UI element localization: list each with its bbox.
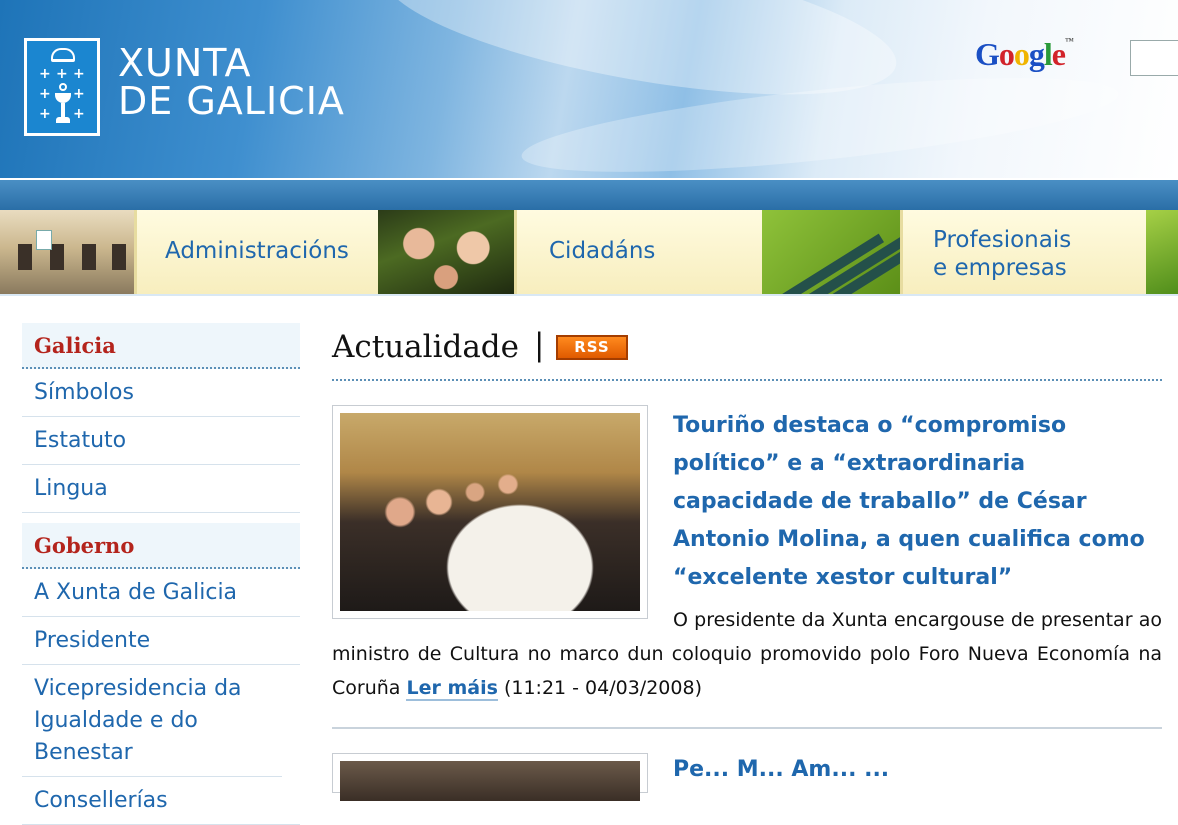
sidebar: Galicia Símbolos Estatuto Lingua Goberno… — [22, 323, 300, 825]
brand-line-2: DE GALICIA — [118, 79, 345, 123]
cross-icon: + — [73, 106, 85, 122]
nav-tab-profesionais[interactable]: Profesionais e empresas — [900, 210, 1146, 294]
news-photo[interactable] — [332, 405, 648, 619]
sidebar-heading-galicia[interactable]: Galicia — [22, 323, 300, 369]
section-header: Actualidade | RSS — [332, 323, 1162, 381]
news-divider — [332, 727, 1162, 729]
main-nav: Administracións Cidadáns Profesionais e … — [0, 210, 1178, 296]
main-content: Actualidade | RSS Touriño destaca o “com… — [332, 323, 1162, 801]
cross-icon: + — [73, 86, 85, 102]
google-wordmark: Google — [975, 36, 1066, 72]
crown-icon — [51, 48, 75, 62]
sidebar-item-presidente[interactable]: Presidente — [22, 617, 300, 665]
nav-tab-label: Administracións — [165, 238, 349, 264]
xunta-logo-icon[interactable]: + + + + + + + — [24, 38, 100, 136]
cross-icon: + — [39, 106, 51, 122]
news-headline[interactable]: Pe... M... Am... ... — [673, 755, 889, 785]
nav-tab-administracions[interactable]: Administracións — [134, 210, 378, 294]
sidebar-item-vicepresidencia[interactable]: Vicepresidencia da Igualdade e do Benest… — [22, 665, 282, 777]
cross-icon: + — [39, 66, 51, 82]
sidebar-item-estatuto[interactable]: Estatuto — [22, 417, 300, 465]
news-summary-line-1: O presidente da Xunta encargouse de — [673, 609, 1035, 631]
nav-tab-cidadans[interactable]: Cidadáns — [514, 210, 762, 294]
news-photo-image — [340, 413, 640, 611]
sidebar-item-consellerias[interactable]: Consellerías — [22, 777, 300, 825]
news-photo[interactable] — [332, 753, 648, 801]
chalice-icon — [55, 83, 71, 127]
nav-tab-label-line-2: e empresas — [933, 255, 1067, 281]
cross-icon: + — [56, 66, 68, 82]
news-headline[interactable]: Touriño destaca o “compromiso político” … — [673, 407, 1153, 597]
people-photo — [378, 210, 514, 294]
sidebar-item-simbolos[interactable]: Símbolos — [22, 369, 300, 417]
cross-icon: + — [73, 66, 85, 82]
title-separator: | — [534, 327, 545, 363]
grass-photo — [1146, 210, 1178, 294]
sidebar-heading-goberno[interactable]: Goberno — [22, 523, 300, 569]
sidebar-item-lingua[interactable]: Lingua — [22, 465, 300, 513]
site-brand[interactable]: XUNTA DE GALICIA — [118, 44, 345, 120]
nav-tab-label: Cidadáns — [549, 238, 656, 264]
cross-icon: + — [39, 86, 51, 102]
flag-icon — [36, 230, 52, 250]
rss-button[interactable]: RSS — [556, 335, 628, 360]
pencils-photo — [762, 210, 900, 294]
header-bar — [0, 178, 1178, 210]
google-logo: Google™ — [975, 36, 1074, 73]
news-timestamp: (11:21 - 04/03/2008) — [503, 677, 702, 699]
building-photo — [0, 210, 134, 294]
page-title: Actualidade — [332, 329, 519, 365]
news-summary: O presidente da Xunta encargouse de pres… — [332, 603, 1162, 705]
search-input[interactable] — [1130, 40, 1178, 76]
site-header: + + + + + + + XUNTA DE GALICIA Google™ — [0, 0, 1178, 178]
sidebar-item-xunta[interactable]: A Xunta de Galicia — [22, 569, 300, 617]
trademark-mark: ™ — [1064, 36, 1074, 46]
news-photo-image — [340, 761, 640, 801]
nav-tab-label-line-1: Profesionais — [933, 227, 1072, 253]
read-more-link[interactable]: Ler máis — [406, 677, 498, 701]
